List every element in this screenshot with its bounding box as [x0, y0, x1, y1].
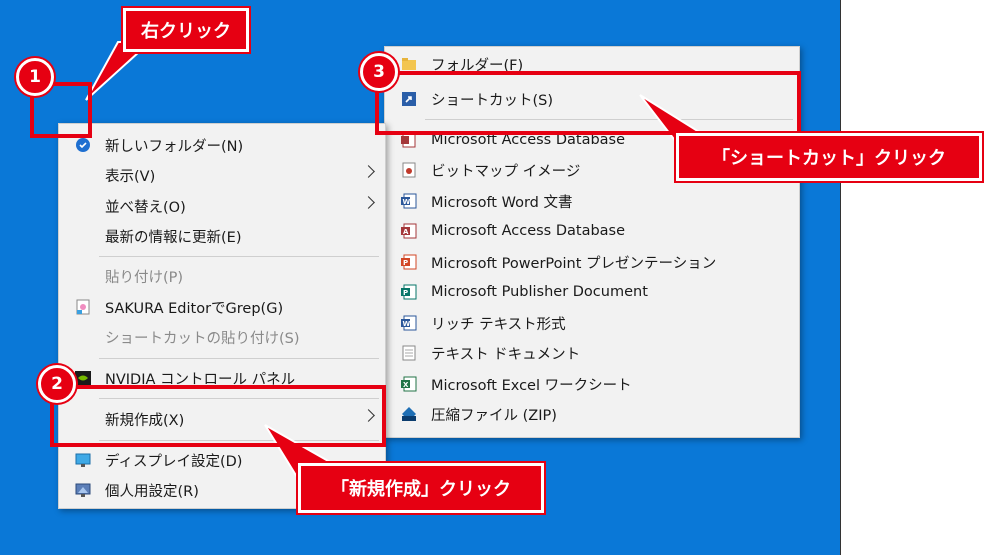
callout-shortcut: 「ショートカット」クリック: [674, 131, 984, 183]
step-number-2: 2: [38, 365, 76, 403]
callout-text: 「新規作成」クリック: [331, 479, 511, 500]
callout-right-click: 右クリック: [121, 6, 251, 54]
highlight-new-item: [50, 385, 386, 447]
step-number-1: 1: [16, 58, 54, 96]
callout-text: 「ショートカット」クリック: [712, 148, 946, 169]
highlight-shortcut-item: [375, 71, 801, 135]
callout-text: 右クリック: [141, 21, 231, 42]
callout-new: 「新規作成」クリック: [296, 461, 546, 515]
step-number-3: 3: [360, 53, 398, 91]
